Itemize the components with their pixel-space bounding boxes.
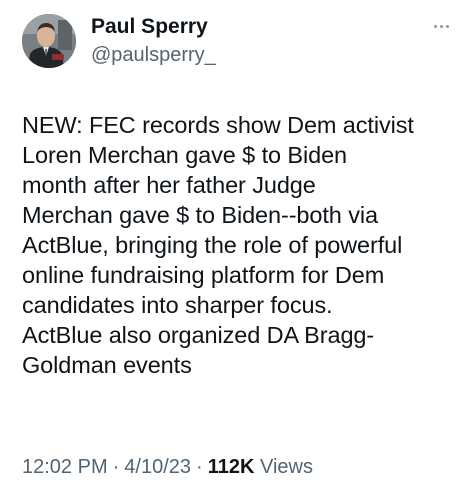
more-options-icon[interactable] <box>428 16 454 36</box>
meta-separator: · <box>196 456 203 478</box>
tweet-date[interactable]: 4/10/23 <box>124 456 191 478</box>
tweet-metadata: 12:02 PM · 4/10/23 · 112K Views <box>22 455 313 479</box>
author-handle[interactable]: @paulsperry_ <box>91 42 216 68</box>
views-label[interactable]: Views <box>260 456 313 478</box>
tweet-text: NEW: FEC records show Dem activist Loren… <box>22 112 414 378</box>
author-names: Paul Sperry @paulsperry_ <box>91 15 216 68</box>
tweet-card: Paul Sperry @paulsperry_ NEW: FEC record… <box>0 0 476 500</box>
views-count[interactable]: 112K <box>208 456 255 478</box>
more-dot <box>445 24 449 28</box>
tweet-time[interactable]: 12:02 PM <box>22 456 108 478</box>
meta-separator: · <box>112 456 120 478</box>
author-display-name[interactable]: Paul Sperry <box>91 15 216 39</box>
author-avatar[interactable] <box>22 14 76 68</box>
more-dot <box>433 24 437 28</box>
user-avatar-icon <box>22 14 76 68</box>
tweet-header: Paul Sperry @paulsperry_ <box>22 14 460 74</box>
more-dot <box>439 24 443 28</box>
